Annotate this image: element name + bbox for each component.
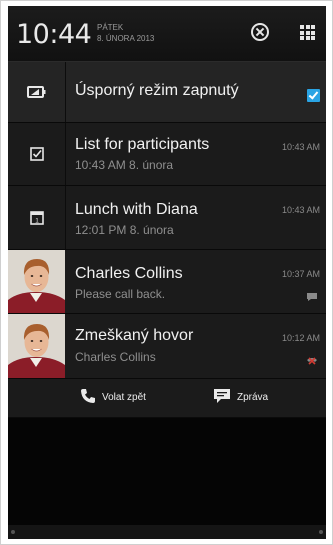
- notification-panel: 10:44 PÁTEK 8. ÚNORA 2013 Úsporný režim …: [8, 6, 326, 539]
- grid-apps-icon[interactable]: [300, 25, 315, 40]
- task-check-icon: [8, 123, 66, 185]
- notification-task[interactable]: List for participants 10:43 AM 8. února …: [8, 123, 326, 186]
- missed-call-icon: [306, 352, 318, 370]
- svg-text:1: 1: [35, 217, 39, 224]
- weekday: PÁTEK: [97, 23, 124, 32]
- notification-time: 10:12 AM: [281, 333, 320, 343]
- contact-avatar: [8, 314, 65, 378]
- power-saver-checkbox[interactable]: [307, 89, 320, 102]
- power-saver-label: Úsporný režim zapnutý: [75, 82, 239, 99]
- panel-drag-handle[interactable]: [8, 525, 326, 539]
- notification-time: 10:43 AM: [281, 142, 320, 152]
- message-icon: [306, 289, 318, 307]
- notification-time: 10:43 AM: [281, 205, 320, 215]
- call-back-button[interactable]: Volat zpět: [80, 388, 146, 407]
- notification-subtitle: Please call back.: [75, 287, 166, 301]
- status-header: 10:44 PÁTEK 8. ÚNORA 2013: [8, 6, 326, 62]
- handle-dot-left: [11, 530, 15, 534]
- date: 8. ÚNORA 2013: [97, 34, 155, 43]
- notification-title: List for participants: [75, 136, 210, 153]
- notification-time: 10:37 AM: [281, 269, 320, 279]
- call-back-label: Volat zpět: [102, 392, 146, 403]
- missed-call-actions: Volat zpět Zpráva: [8, 379, 326, 418]
- notification-message[interactable]: Charles Collins Please call back. 10:37 …: [8, 250, 326, 314]
- message-label: Zpráva: [237, 392, 269, 403]
- notification-calendar[interactable]: 1 Lunch with Diana 12:01 PM 8. února 10:…: [8, 186, 326, 250]
- notification-title: Lunch with Diana: [75, 201, 198, 218]
- handle-dot-right: [319, 530, 323, 534]
- notification-title: Zmeškaný hovor: [75, 327, 194, 344]
- contact-avatar: [8, 250, 65, 313]
- power-saver-row[interactable]: Úsporný režim zapnutý: [8, 62, 326, 123]
- message-button[interactable]: Zpráva: [213, 388, 268, 407]
- phone-icon: [80, 388, 96, 407]
- notification-title: Charles Collins: [75, 265, 183, 282]
- notification-subtitle: Charles Collins: [75, 350, 156, 364]
- notification-subtitle: 10:43 AM 8. února: [75, 158, 174, 172]
- close-circle-icon[interactable]: [251, 23, 269, 41]
- calendar-icon: 1: [8, 186, 66, 249]
- battery-leaf-icon: [8, 62, 66, 122]
- clock: 10:44: [16, 19, 92, 50]
- device-frame: 10:44 PÁTEK 8. ÚNORA 2013 Úsporný režim …: [0, 0, 333, 545]
- date-block: PÁTEK 8. ÚNORA 2013: [97, 22, 154, 44]
- notification-missed-call[interactable]: Zmeškaný hovor Charles Collins 10:12 AM: [8, 314, 326, 379]
- message-reply-icon: [213, 388, 231, 407]
- notification-subtitle: 12:01 PM 8. února: [75, 223, 174, 237]
